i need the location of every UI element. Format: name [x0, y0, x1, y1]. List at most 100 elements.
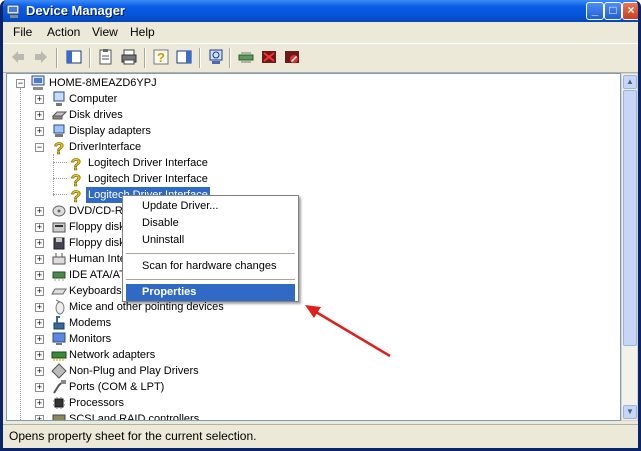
tree-item-label: DriverInterface [69, 141, 142, 153]
tree-item-label: Disk drives [69, 109, 123, 121]
expand-toggle[interactable]: + [35, 111, 44, 120]
status-text: Opens property sheet for the current sel… [9, 429, 257, 443]
tree-item-label: Floppy disk [69, 221, 125, 233]
show-action-pane-icon[interactable] [175, 48, 193, 66]
expand-toggle[interactable]: + [35, 207, 44, 216]
tree-item-label: Non-Plug and Play Drivers [69, 365, 199, 377]
expand-toggle[interactable]: + [35, 271, 44, 280]
toolbar-separator [144, 48, 146, 68]
svg-text:?: ? [157, 50, 165, 65]
scrollbar-thumb[interactable] [623, 90, 637, 346]
tree-item-computer[interactable]: + Computer [13, 91, 213, 107]
toolbar-separator [199, 48, 201, 68]
tree-item-label: Computer [69, 93, 118, 105]
tree-item-logitech-driver-interface[interactable]: ? Logitech Driver Interface [13, 171, 213, 187]
show-hide-console-tree-icon[interactable] [65, 48, 83, 66]
tree-item-label: Logitech Driver Interface [88, 173, 208, 185]
toolbar-separator [229, 48, 231, 68]
scroll-down-button[interactable]: ▼ [623, 405, 637, 419]
maximize-button[interactable]: □ [604, 2, 622, 20]
expand-toggle[interactable]: + [35, 239, 44, 248]
tree-item-label: SCSI and RAID controllers [69, 413, 200, 421]
title-bar[interactable]: Device Manager _ □ × [3, 0, 638, 22]
network-adapter-icon [51, 351, 67, 361]
tree-item-scsi-raid[interactable]: + SCSI and RAID controllers [13, 411, 233, 421]
keyboard-icon [51, 288, 67, 295]
properties-icon[interactable] [97, 48, 115, 66]
back-icon[interactable] [9, 48, 27, 66]
ide-controller-icon [52, 271, 66, 281]
expand-toggle[interactable]: + [35, 383, 44, 392]
help-icon[interactable]: ? [152, 48, 170, 66]
svg-text:?: ? [71, 171, 81, 187]
port-icon [53, 380, 66, 394]
expand-toggle[interactable]: + [35, 367, 44, 376]
disk-drive-icon [51, 111, 67, 120]
menu-item-properties[interactable]: Properties [126, 284, 295, 301]
toolbar-separator [89, 48, 91, 68]
tree-item-label: Ports (COM & LPT) [69, 381, 165, 393]
expand-toggle[interactable]: + [35, 287, 44, 296]
toolbar: ? [3, 43, 638, 73]
tree-item-processors[interactable]: + Processors [13, 395, 233, 411]
toolbar-separator [56, 48, 58, 68]
monitor-icon [52, 332, 66, 345]
tree-item-disk-drives[interactable]: + Disk drives [13, 107, 213, 123]
tree-item-label: Network adapters [69, 349, 156, 361]
minimize-button[interactable]: _ [586, 2, 604, 20]
tree-root-label: HOME-8MEAZD6YPJ [49, 77, 157, 89]
window-title: Device Manager [26, 3, 125, 18]
menu-separator [126, 253, 295, 254]
menu-item-scan-hardware[interactable]: Scan for hardware changes [126, 258, 295, 275]
device-tree[interactable]: − HOME-8MEAZD6YPJ + Computer + Disk driv… [6, 73, 621, 421]
menu-help[interactable]: Help [130, 25, 155, 39]
tree-item-network-adapters[interactable]: + Network adapters [13, 347, 233, 363]
tree-item-label: Monitors [69, 333, 112, 345]
vertical-scrollbar[interactable]: ▲ ▼ [621, 73, 638, 421]
collapse-toggle[interactable]: − [35, 143, 44, 152]
menu-view[interactable]: View [92, 25, 118, 39]
tree-item-ports[interactable]: + Ports (COM & LPT) [13, 379, 233, 395]
tree-item-logitech-driver-interface[interactable]: ? Logitech Driver Interface [13, 155, 213, 171]
tree-item-label: Logitech Driver Interface [88, 157, 208, 169]
device-manager-app-icon [6, 4, 20, 18]
expand-toggle[interactable]: + [35, 127, 44, 136]
collapse-root-toggle[interactable]: − [16, 79, 25, 88]
scroll-up-button[interactable]: ▲ [623, 75, 637, 89]
tree-item-display-adapters[interactable]: + Display adapters [13, 123, 213, 139]
print-icon[interactable] [120, 48, 138, 66]
expand-toggle[interactable]: + [35, 415, 44, 420]
expand-toggle[interactable]: + [35, 399, 44, 408]
tree-item-non-plug-and-play[interactable]: + Non-Plug and Play Drivers [13, 363, 233, 379]
expand-toggle[interactable]: + [35, 335, 44, 344]
menu-separator [126, 279, 295, 280]
tree-item-monitors[interactable]: + Monitors [13, 331, 233, 347]
menu-action[interactable]: Action [47, 25, 80, 39]
menu-item-uninstall[interactable]: Uninstall [126, 232, 295, 249]
expand-toggle[interactable]: + [35, 319, 44, 328]
scan-hardware-icon[interactable] [207, 48, 225, 66]
expand-toggle[interactable]: + [35, 303, 44, 312]
expand-toggle[interactable]: + [35, 95, 44, 104]
update-driver-icon[interactable] [237, 48, 255, 66]
floppy-controller-icon [52, 222, 66, 233]
expand-toggle[interactable]: + [35, 223, 44, 232]
expand-toggle[interactable]: + [35, 255, 44, 264]
modem-icon [53, 316, 65, 330]
menu-item-update-driver[interactable]: Update Driver... [126, 198, 295, 215]
hid-icon [52, 253, 66, 265]
unknown-device-icon: ? [54, 139, 65, 155]
menu-file[interactable]: File [13, 25, 32, 39]
menu-item-disable[interactable]: Disable [126, 215, 295, 232]
expand-toggle[interactable]: + [35, 351, 44, 360]
close-button[interactable]: × [622, 2, 638, 20]
unknown-device-icon: ? [71, 187, 82, 203]
uninstall-icon[interactable] [260, 48, 278, 66]
tree-item-label: Keyboards [69, 285, 122, 297]
tree-item-driverinterface[interactable]: − ? DriverInterface [13, 139, 213, 155]
tree-root[interactable]: − HOME-8MEAZD6YPJ [13, 75, 213, 91]
tree-item-modems[interactable]: + Modems [13, 315, 233, 331]
unknown-device-icon: ? [71, 155, 82, 171]
forward-icon[interactable] [32, 48, 50, 66]
disable-icon[interactable] [283, 48, 301, 66]
